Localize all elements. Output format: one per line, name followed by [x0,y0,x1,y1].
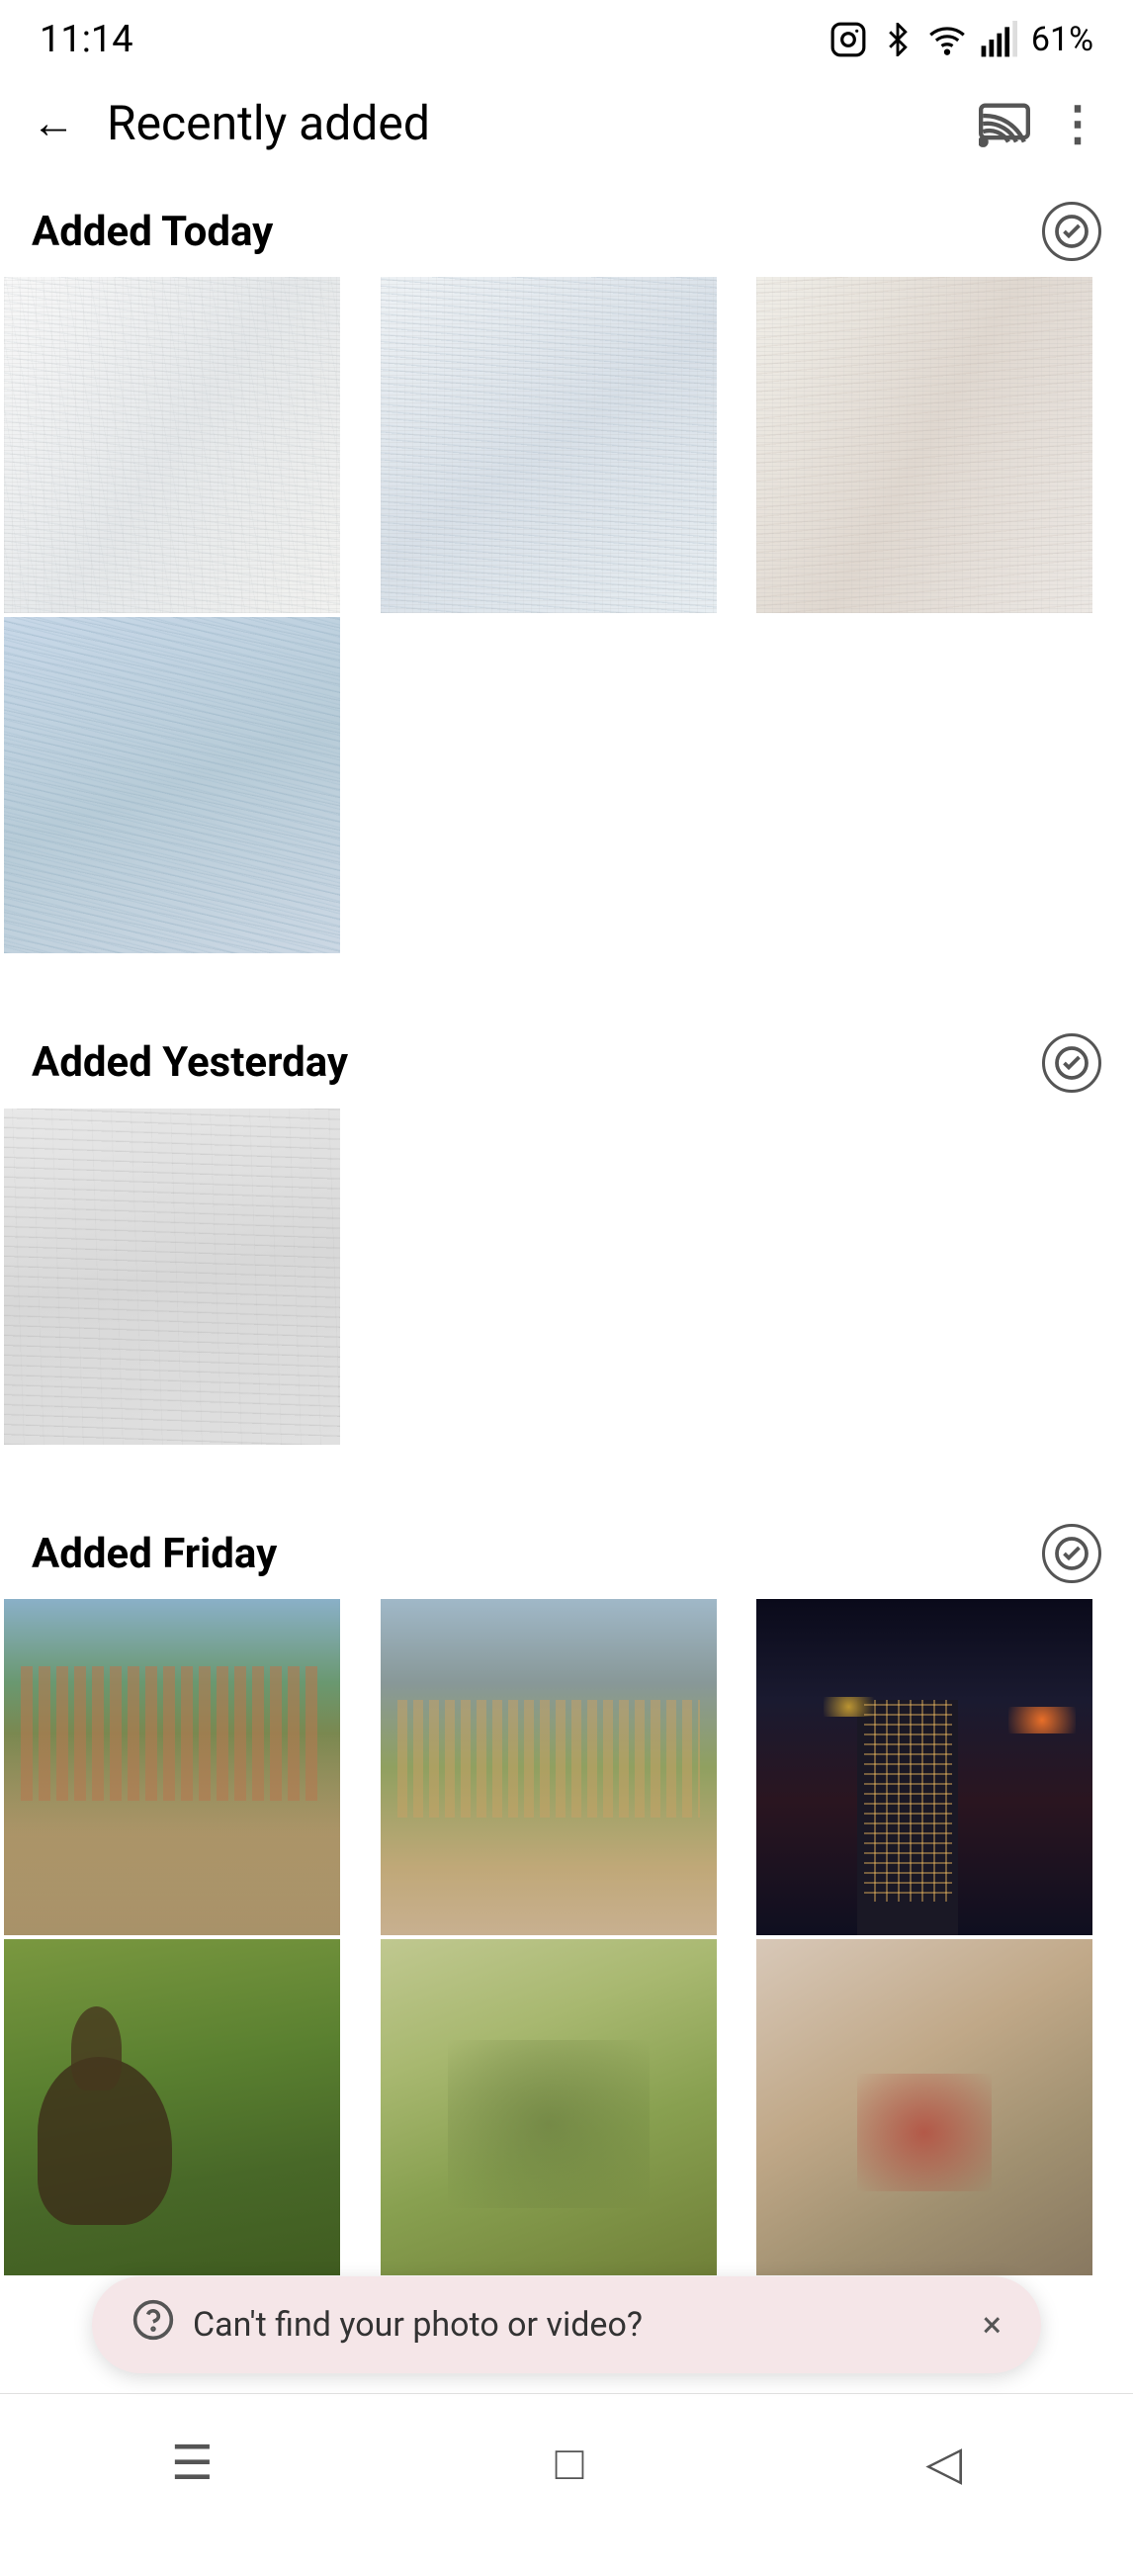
photo-friday-3[interactable] [756,1599,1092,1935]
app-bar: ← Recently added ⋮ [0,71,1133,174]
spacer-3 [381,1109,753,1481]
status-bar: 11:14 61% [0,0,1133,71]
app-bar-left: ← Recently added [24,89,430,156]
section-title-today: Added Today [32,208,273,256]
nav-home-button[interactable]: □ [508,2419,632,2507]
section-header-yesterday: Added Yesterday [0,1006,1133,1109]
instagram-icon [829,21,867,58]
photo-today-3[interactable] [756,277,1092,613]
more-options-button[interactable]: ⋮ [1054,95,1101,151]
status-icons: 61% [829,20,1093,59]
photo-friday-6[interactable] [756,1939,1092,2275]
section-header-friday: Added Friday [0,1496,1133,1599]
snackbar-close-button[interactable]: × [983,2304,1002,2346]
photo-friday-4[interactable] [4,1939,340,2275]
back-button[interactable]: ← [24,89,83,156]
nav-back-button[interactable]: ◁ [878,2419,1009,2507]
cast-icon[interactable] [979,97,1030,148]
bluetooth-icon [881,23,915,56]
select-today-button[interactable] [1042,202,1101,261]
photo-today-4[interactable] [4,617,340,953]
photo-friday-1[interactable] [4,1599,340,1935]
section-title-yesterday: Added Yesterday [32,1038,348,1087]
spacer-2 [756,617,1129,990]
page-title: Recently added [107,95,430,151]
photo-grid-friday-row2 [0,1939,1133,2275]
photo-grid-yesterday-row1 [0,1109,1133,1481]
app-bar-right: ⋮ [979,95,1101,151]
photo-friday-5[interactable] [381,1939,717,2275]
section-title-friday: Added Friday [32,1530,277,1578]
snackbar-message: Can't find your photo or video? [193,2305,965,2345]
snackbar: Can't find your photo or video? × [92,2276,1041,2373]
signal-icon [980,21,1017,58]
photo-grid-today-row2 [0,617,1133,990]
battery-indicator: 61% [1031,20,1093,59]
photo-today-2[interactable] [381,277,717,613]
spacer-4 [756,1109,1129,1481]
bottom-nav: ☰ □ ◁ [0,2393,1133,2532]
photo-yesterday-1[interactable] [4,1109,340,1445]
status-time: 11:14 [40,18,133,61]
nav-menu-button[interactable]: ☰ [124,2419,261,2507]
photo-today-1[interactable] [4,277,340,613]
select-friday-button[interactable] [1042,1524,1101,1583]
wifi-icon [928,21,966,58]
spacer-1 [381,617,753,990]
photo-grid-today-row1 [0,277,1133,613]
snackbar-help-icon [131,2298,175,2352]
photo-friday-2[interactable] [381,1599,717,1935]
section-header-today: Added Today [0,174,1133,277]
photo-grid-friday-row1 [0,1599,1133,1935]
select-yesterday-button[interactable] [1042,1033,1101,1093]
